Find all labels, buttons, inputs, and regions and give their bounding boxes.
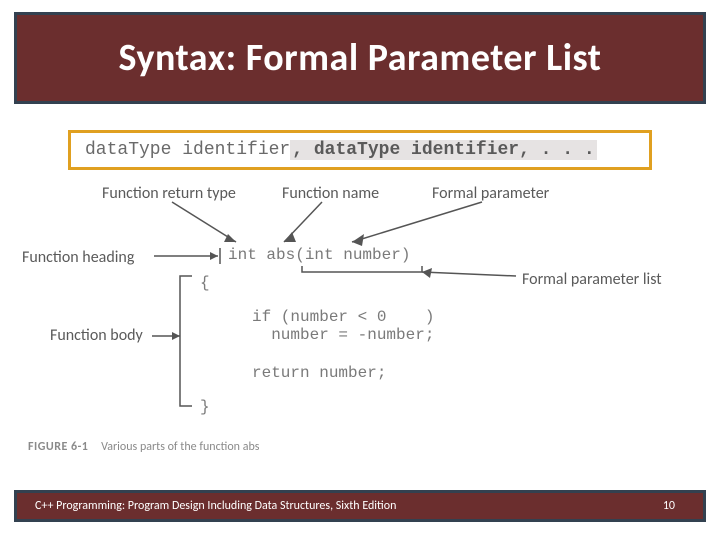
label-function-name: Function name bbox=[282, 184, 379, 203]
figure-caption: FIGURE 6-1 Various parts of the function… bbox=[28, 440, 259, 454]
code-if-line: if (number < 0 ) bbox=[252, 308, 434, 326]
code-assign-line: number = -number; bbox=[252, 326, 434, 344]
label-function-heading: Function heading bbox=[22, 248, 134, 267]
syntax-base: dataType identifier bbox=[85, 140, 290, 160]
figure-text: Various parts of the function abs bbox=[101, 440, 259, 454]
syntax-optional: , dataType identifier, . . . bbox=[290, 140, 596, 160]
slide: Syntax: Formal Parameter List dataType i… bbox=[0, 0, 720, 540]
label-formal-parameter-list: Formal parameter list bbox=[522, 270, 662, 289]
figure-number: FIGURE 6-1 bbox=[28, 440, 88, 454]
footer-bar: C++ Programming: Program Design Includin… bbox=[14, 490, 706, 522]
code-close-brace: } bbox=[200, 398, 210, 416]
label-return-type: Function return type bbox=[102, 184, 236, 203]
function-diagram: Function return type Function name Forma… bbox=[22, 176, 698, 436]
footer-text: C++ Programming: Program Design Includin… bbox=[35, 499, 396, 513]
syntax-box: dataType identifier , dataType identifie… bbox=[68, 130, 652, 170]
code-return-line: return number; bbox=[252, 364, 386, 382]
page-number: 10 bbox=[663, 499, 675, 513]
label-formal-parameter: Formal parameter bbox=[432, 184, 549, 203]
label-function-body: Function body bbox=[50, 326, 143, 345]
slide-title: Syntax: Formal Parameter List bbox=[119, 35, 602, 81]
title-bar: Syntax: Formal Parameter List bbox=[14, 12, 706, 104]
code-heading-line: int abs(int number) bbox=[228, 246, 410, 264]
diagram-arrows bbox=[22, 176, 698, 436]
code-open-brace: { bbox=[200, 274, 210, 292]
